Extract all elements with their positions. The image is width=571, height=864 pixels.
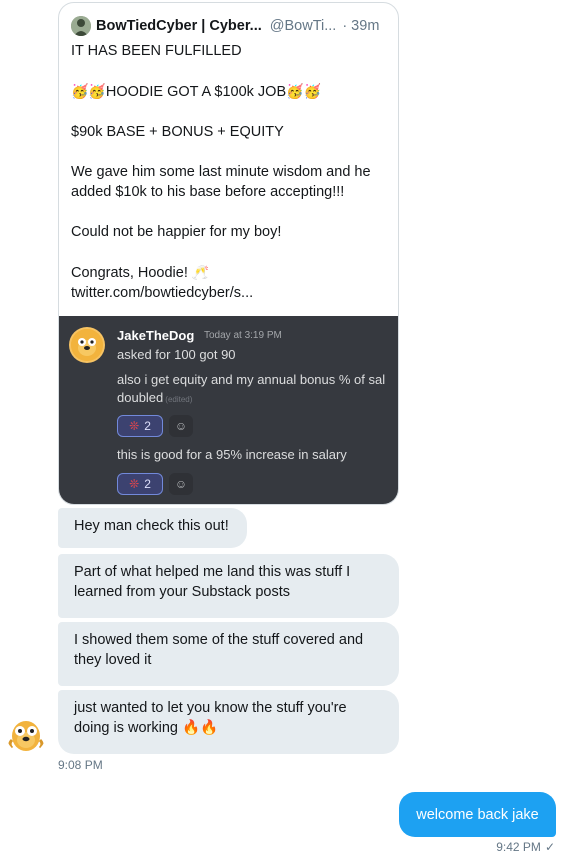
message-bubble-received[interactable]: just wanted to let you know the stuff yo… [58,690,399,754]
discord-message: doubled (edited) [117,390,193,405]
message-text: Hey man check this out! [74,518,229,534]
discord-reaction: ❊ 2 [117,415,163,437]
discord-message: also i get equity and my annual bonus % … [117,372,386,387]
discord-avatar [69,327,105,363]
tweet-line: Congrats, Hoodie! 🥂 [71,264,210,281]
message-text: I showed them some of the stuff covered … [74,632,364,668]
author-avatar[interactable] [71,16,91,36]
message-bubble-received[interactable]: Part of what helped me land this was stu… [58,554,399,618]
message-bubble-received[interactable]: Hey man check this out! [58,508,247,548]
reaction-count: 2 [144,477,151,491]
message-text: Part of what helped me land this was stu… [74,564,351,600]
party-emoji-icon: 🥳🥳 [71,83,106,99]
discord-timestamp: Today at 3:19 PM [204,330,282,341]
add-reaction-icon: ☺ [169,473,193,495]
jake-dog-avatar-icon [71,329,103,361]
tweet-line: 🥳🥳HOODIE GOT A $100k JOB🥳🥳 [71,83,321,100]
bowtie-avatar-icon [71,16,91,36]
tweet-line: added $10k to his base before accepting!… [71,184,345,200]
message-bubble-sent[interactable]: welcome back jake [399,792,556,837]
quoted-tweet-card[interactable]: BowTiedCyber | Cyber... @BowTi... · 39m … [58,2,399,505]
author-handle[interactable]: @BowTi... [270,18,337,34]
discord-message: this is good for a 95% increase in salar… [117,447,347,462]
reaction-emoji-icon: ❊ [129,419,140,433]
tweet-line: $90k BASE + BONUS + EQUITY [71,124,284,140]
message-timestamp: 9:08 PM [58,758,103,772]
tweet-text: IT HAS BEEN FULFILLED 🥳🥳HOODIE GOT A $10… [71,41,393,303]
reaction-count: 2 [144,419,151,433]
cheers-emoji-icon: 🥂 [191,264,210,280]
discord-username: JakeTheDog [117,328,195,343]
check-icon: ✓ [544,840,555,854]
sender-avatar[interactable] [6,714,46,754]
tweet-line: Could not be happier for my boy! [71,224,282,240]
author-name[interactable]: BowTiedCyber | Cyber... [96,18,262,34]
fire-emoji-icon: 🔥🔥 [182,720,219,736]
party-emoji-icon: 🥳🥳 [286,83,321,99]
message-timestamp-sent: 9:42 PM ✓ [496,840,555,854]
discord-reaction: ❊ 2 [117,473,163,495]
tweet-line: We gave him some last minute wisdom and … [71,164,371,180]
message-bubble-received[interactable]: I showed them some of the stuff covered … [58,622,399,686]
tweet-image-discord-screenshot[interactable]: JakeTheDog Today at 3:19 PM asked for 10… [59,316,398,504]
tweet-time[interactable]: · 39m [342,18,379,34]
discord-message: asked for 100 got 90 [117,347,236,362]
tweet-line: IT HAS BEEN FULFILLED [71,43,242,59]
message-text: welcome back jake [416,806,539,823]
tweet-link[interactable]: twitter.com/bowtiedcyber/s... [71,283,393,303]
edited-label: (edited) [165,395,193,404]
tweet-header: BowTiedCyber | Cyber... @BowTi... · 39m [71,15,391,37]
jake-dog-avatar-icon [8,721,44,751]
reaction-emoji-icon: ❊ [129,477,140,491]
add-reaction-icon: ☺ [169,415,193,437]
